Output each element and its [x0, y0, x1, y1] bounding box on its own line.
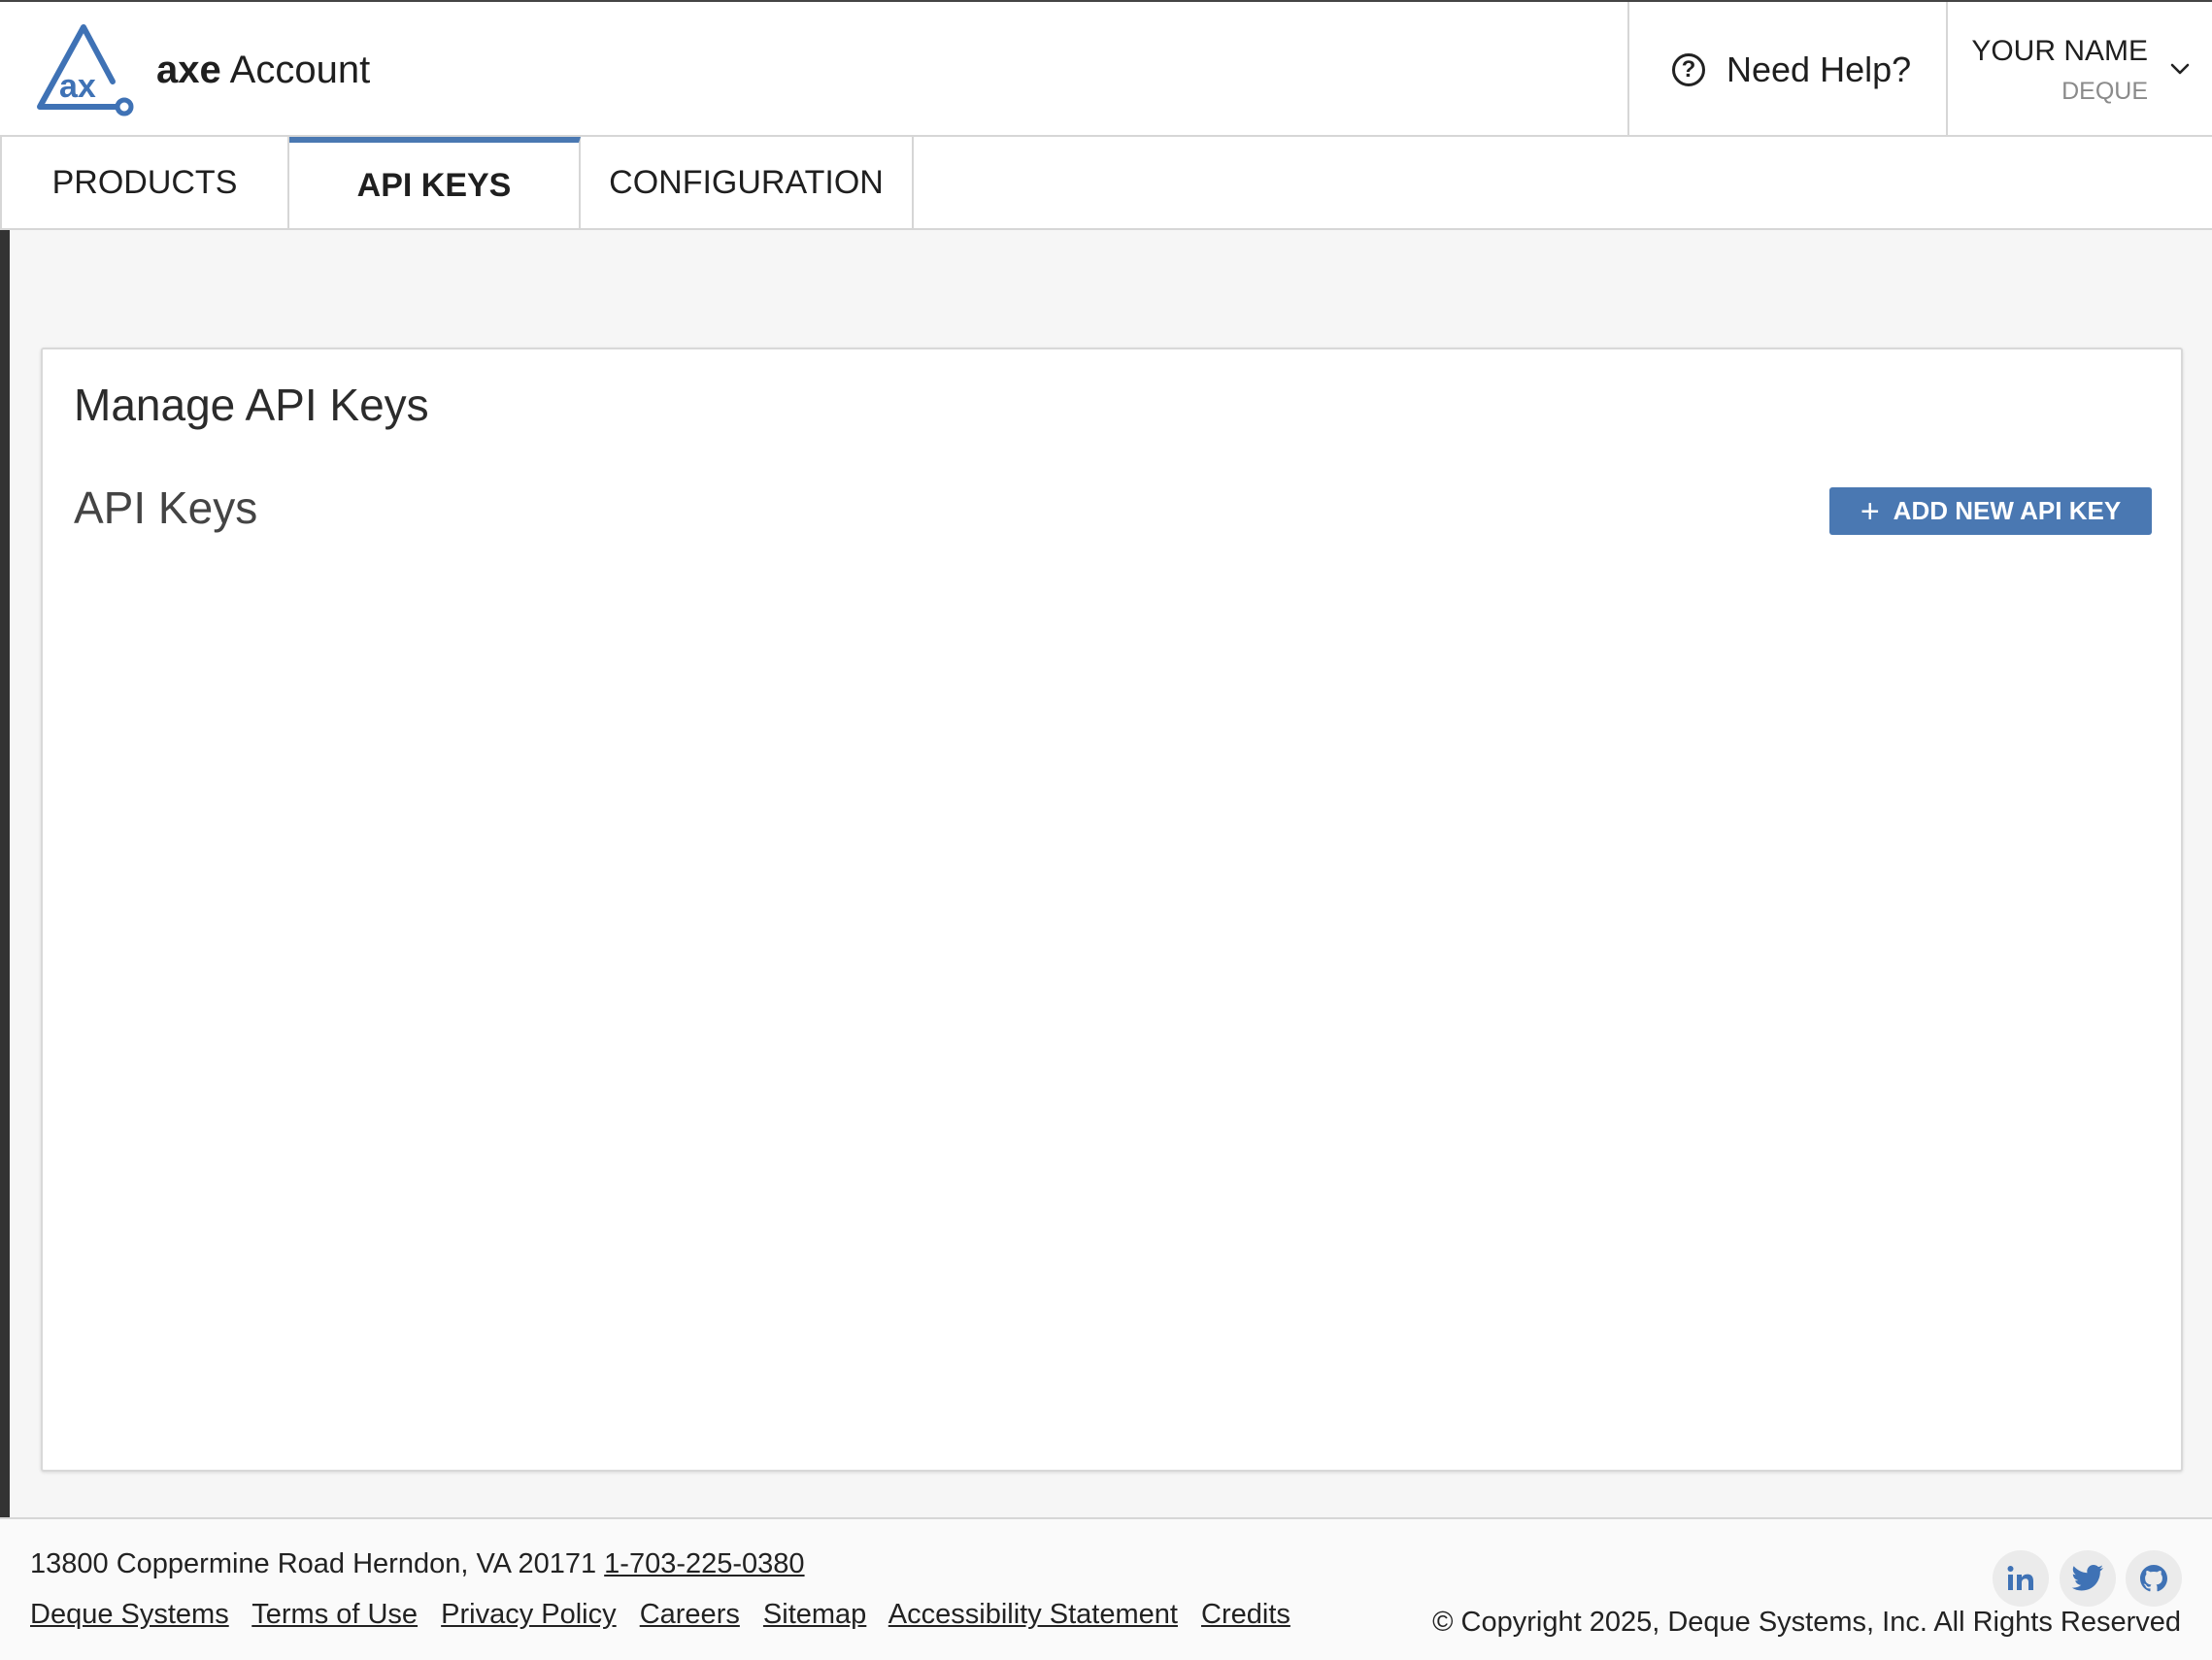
- footer-link-careers[interactable]: Careers: [640, 1599, 740, 1630]
- need-help-button[interactable]: ? Need Help?: [1627, 2, 1948, 137]
- footer-link-accessibility-statement[interactable]: Accessibility Statement: [888, 1599, 1178, 1630]
- footer-address: 13800 Coppermine Road Herndon, VA 20171 …: [30, 1548, 805, 1580]
- page-title: Manage API Keys: [74, 380, 429, 430]
- app-header: ax axe Account ? Need Help? YOUR NAME DE…: [0, 0, 2212, 137]
- question-circle-icon: ?: [1672, 52, 1705, 86]
- footer-link-deque-systems[interactable]: Deque Systems: [30, 1599, 229, 1630]
- linkedin-icon[interactable]: [1993, 1550, 2049, 1607]
- section-title: API Keys: [74, 482, 258, 533]
- user-name: YOUR NAME: [1971, 35, 2148, 67]
- plus-icon: +: [1860, 492, 1880, 530]
- footer-link-terms-of-use[interactable]: Terms of Use: [251, 1599, 418, 1630]
- user-menu[interactable]: YOUR NAME DEQUE: [1948, 2, 2212, 137]
- need-help-label: Need Help?: [1726, 49, 1912, 89]
- copyright-text: © Copyright 2025, Deque Systems, Inc. Al…: [1432, 1607, 2181, 1638]
- brand-light: Account: [220, 49, 371, 91]
- chevron-down-icon: [2170, 63, 2190, 75]
- main-content: Manage API Keys API Keys + ADD NEW API K…: [0, 230, 2212, 1517]
- api-keys-card: Manage API Keys API Keys + ADD NEW API K…: [41, 348, 2183, 1472]
- address-text: 13800 Coppermine Road Herndon, VA 20171: [30, 1548, 597, 1579]
- axe-logo-icon[interactable]: ax: [32, 21, 135, 118]
- tab-api-keys[interactable]: API KEYS: [289, 137, 581, 228]
- phone-link[interactable]: 1-703-225-0380: [604, 1548, 804, 1579]
- main-tabs: PRODUCTS API KEYS CONFIGURATION: [0, 137, 2212, 230]
- tab-configuration[interactable]: CONFIGURATION: [581, 137, 914, 228]
- add-new-api-key-label: ADD NEW API KEY: [1893, 496, 2122, 525]
- brand-bold: axe: [156, 49, 221, 91]
- tab-products[interactable]: PRODUCTS: [0, 137, 289, 228]
- footer-link-credits[interactable]: Credits: [1201, 1599, 1290, 1630]
- svg-text:ax: ax: [59, 68, 96, 105]
- github-icon[interactable]: [2126, 1550, 2182, 1607]
- user-org: DEQUE: [2061, 78, 2148, 105]
- app-title: axe Account: [156, 45, 370, 95]
- page-footer: 13800 Coppermine Road Herndon, VA 20171 …: [0, 1517, 2212, 1660]
- footer-link-sitemap[interactable]: Sitemap: [763, 1599, 866, 1630]
- footer-link-privacy-policy[interactable]: Privacy Policy: [441, 1599, 617, 1630]
- footer-links: Deque Systems Terms of Use Privacy Polic…: [30, 1599, 1306, 1631]
- add-new-api-key-button[interactable]: + ADD NEW API KEY: [1829, 487, 2152, 535]
- twitter-icon[interactable]: [2060, 1550, 2116, 1607]
